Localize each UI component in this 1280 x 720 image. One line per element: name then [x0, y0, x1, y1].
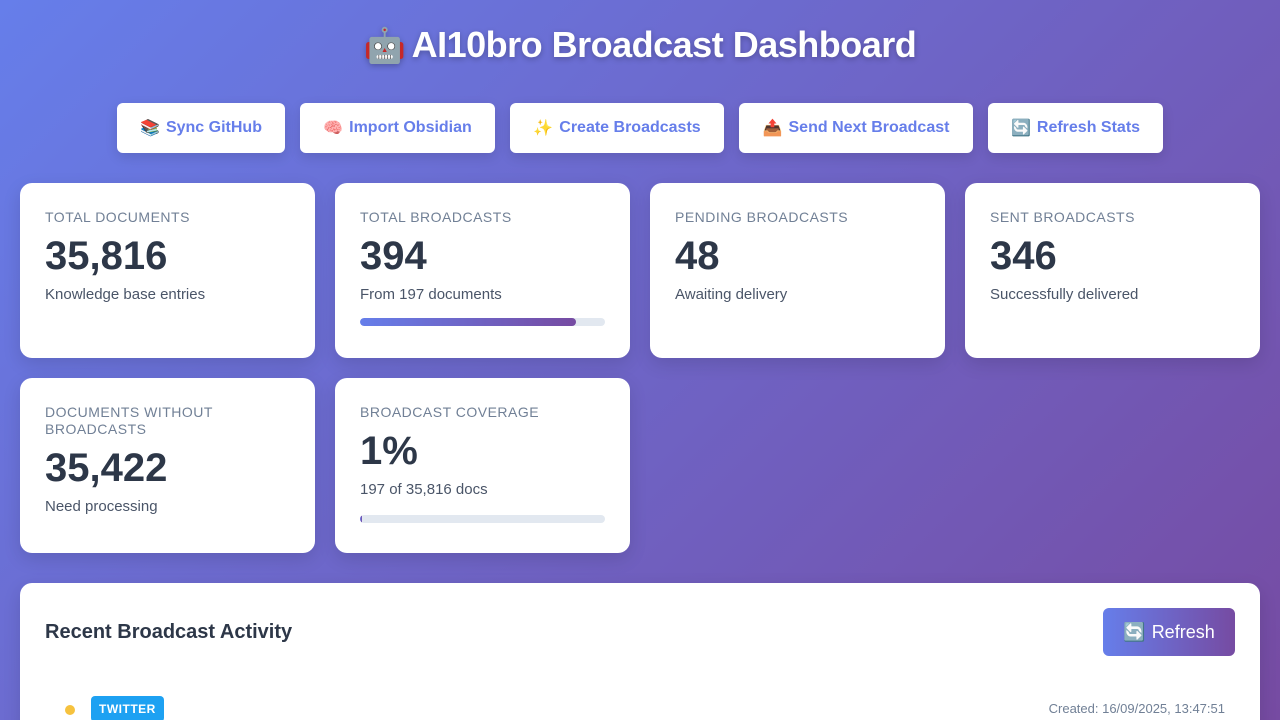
refresh-activity-button[interactable]: 🔄 Refresh — [1103, 608, 1235, 656]
platform-badge: TWITTER — [91, 696, 164, 720]
stat-label: Documents Without Broadcasts — [45, 404, 213, 437]
stat-value: 346 — [990, 234, 1057, 278]
stat-subtext: Awaiting delivery — [675, 286, 788, 303]
import-obsidian-label: Import Obsidian — [349, 119, 472, 136]
stat-card-total-documents: Total Documents 35,816 Knowledge base en… — [20, 183, 315, 358]
sync-github-label: Sync GitHub — [165, 119, 262, 136]
stat-value: 1% — [360, 429, 418, 473]
progress-bar — [360, 515, 605, 523]
progress-fill — [360, 515, 363, 523]
recent-activity-panel: Recent Broadcast Activity 🔄 Refresh TWIT… — [20, 583, 1260, 720]
stat-value: 48 — [675, 234, 720, 278]
stat-value: 394 — [360, 234, 427, 278]
refresh-stats-button[interactable]: 🔄 Refresh Stats — [988, 103, 1163, 153]
stat-label: Total Broadcasts — [360, 209, 512, 225]
refresh-icon: 🔄 — [1010, 120, 1031, 137]
stat-label: Total Documents — [45, 209, 190, 225]
create-broadcasts-button[interactable]: ✨ Create Broadcasts — [510, 103, 724, 153]
created-timestamp: Created: 16/09/2025, 13:47:51 — [1048, 701, 1225, 716]
stat-value: 35,816 — [45, 234, 168, 278]
stat-subtext: 197 of 35,816 docs — [360, 481, 488, 498]
progress-bar — [360, 318, 605, 326]
status-dot — [65, 705, 75, 715]
page-title: 🤖 AI10bro Broadcast Dashboard — [0, 24, 1280, 66]
stat-subtext: Need processing — [45, 498, 158, 515]
stat-card-total-broadcasts: Total Broadcasts 394 From 197 documents — [335, 183, 630, 358]
books-icon: 📚 — [140, 120, 160, 137]
refresh-stats-label: Refresh Stats — [1036, 119, 1141, 136]
page-title-text: AI10bro Broadcast Dashboard — [411, 24, 917, 65]
sparkles-icon: ✨ — [533, 120, 554, 137]
stat-card-sent-broadcasts: Sent Broadcasts 346 Successfully deliver… — [965, 183, 1260, 358]
stat-card-pending-broadcasts: Pending Broadcasts 48 Awaiting delivery — [650, 183, 945, 358]
stat-subtext: Knowledge base entries — [45, 286, 206, 303]
stat-value: 35,422 — [45, 446, 168, 490]
activity-item: TWITTER Created: 16/09/2025, 13:47:51 — [65, 696, 1225, 720]
stat-card-documents-without-broadcasts: Documents Without Broadcasts 35,422 Need… — [20, 378, 315, 553]
send-next-broadcast-button[interactable]: 📤 Send Next Broadcast — [739, 103, 973, 153]
stat-label: Pending Broadcasts — [675, 209, 849, 225]
import-obsidian-button[interactable]: 🧠 Import Obsidian — [300, 103, 495, 153]
stat-subtext: From 197 documents — [360, 286, 502, 303]
stat-label: Sent Broadcasts — [990, 209, 1135, 225]
outbox-icon: 📤 — [762, 120, 783, 137]
stat-card-broadcast-coverage: Broadcast Coverage 1% 197 of 35,816 docs — [335, 378, 630, 553]
action-toolbar: 📚 Sync GitHub 🧠 Import Obsidian ✨ Create… — [0, 103, 1280, 153]
sync-github-button[interactable]: 📚 Sync GitHub — [117, 103, 285, 153]
robot-icon: 🤖 — [363, 27, 406, 65]
refresh-label: Refresh — [1151, 621, 1215, 642]
send-next-broadcast-label: Send Next Broadcast — [788, 119, 950, 136]
progress-fill — [360, 318, 576, 326]
brain-icon: 🧠 — [323, 120, 344, 137]
stat-label: Broadcast Coverage — [360, 404, 540, 420]
section-title: Recent Broadcast Activity — [45, 621, 293, 643]
create-broadcasts-label: Create Broadcasts — [559, 119, 701, 136]
stat-subtext: Successfully delivered — [990, 286, 1139, 303]
refresh-icon: 🔄 — [1123, 621, 1146, 642]
